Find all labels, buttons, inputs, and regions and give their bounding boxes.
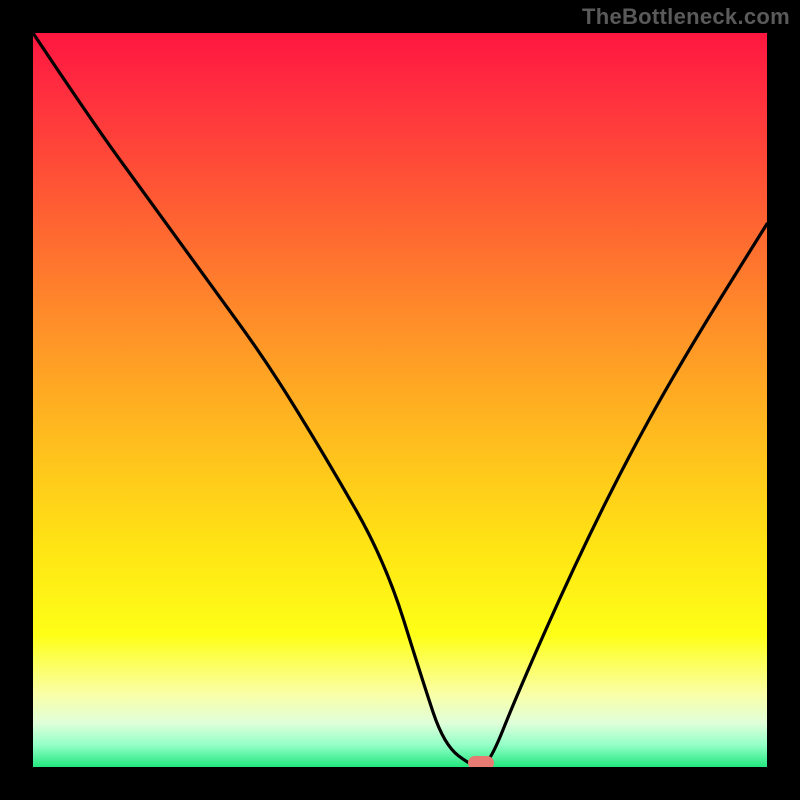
watermark-label: TheBottleneck.com xyxy=(582,4,790,30)
bottleneck-curve xyxy=(33,33,767,767)
chart-container: TheBottleneck.com xyxy=(0,0,800,800)
bottleneck-marker xyxy=(468,756,494,767)
plot-area xyxy=(33,33,767,767)
curve-path xyxy=(33,33,767,767)
